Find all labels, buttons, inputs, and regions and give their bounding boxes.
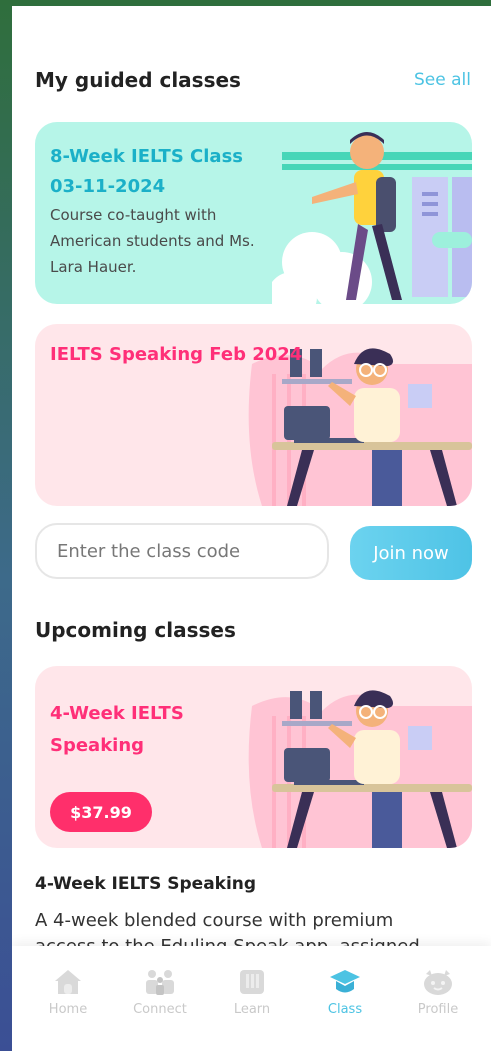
graduation-cap-icon <box>330 970 360 993</box>
class-card-description: Course co-taught with American students … <box>50 206 255 276</box>
see-all-link[interactable]: See all <box>414 70 471 90</box>
bottom-tab-bar: Home Connect Learn Class Profile <box>12 946 491 1051</box>
desk-illustration <box>248 690 472 848</box>
tab-learn[interactable]: Learn <box>217 968 287 1017</box>
upcoming-card-title: 4-Week IELTS Speaking <box>50 703 184 756</box>
student-illustration <box>272 132 472 304</box>
class-card-ielts-speaking-feb[interactable]: IELTS Speaking Feb 2024 <box>35 324 472 506</box>
tab-profile[interactable]: Profile <box>403 968 473 1017</box>
guided-classes-title: My guided classes <box>35 68 241 92</box>
upcoming-class-card[interactable]: 4-Week IELTS Speaking $37.99 <box>35 666 472 848</box>
tab-connect[interactable]: Connect <box>125 968 195 1017</box>
class-screen: My guided classes See all 8-Week IELTS C… <box>12 6 491 1051</box>
class-code-input[interactable] <box>35 523 329 579</box>
people-icon <box>146 970 174 995</box>
tab-home[interactable]: Home <box>33 968 103 1017</box>
face-icon <box>424 970 452 995</box>
book-icon <box>240 970 264 994</box>
upcoming-classes-title: Upcoming classes <box>35 618 236 642</box>
tab-class[interactable]: Class <box>310 968 380 1017</box>
class-card-title: 8-Week IELTS Class 03-11-2024 <box>50 146 243 197</box>
join-now-button[interactable]: Join now <box>350 526 472 580</box>
class-card-title: IELTS Speaking Feb 2024 <box>50 344 303 365</box>
price-badge: $37.99 <box>50 792 152 832</box>
class-card-ielts-8-week[interactable]: 8-Week IELTS Class 03-11-2024 Course co-… <box>35 122 472 304</box>
home-icon <box>55 970 81 994</box>
course-title: 4-Week IELTS Speaking <box>35 874 257 894</box>
